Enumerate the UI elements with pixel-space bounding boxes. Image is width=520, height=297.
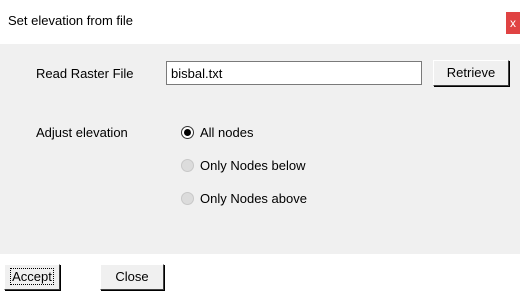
window-close-button[interactable]: x xyxy=(506,12,520,34)
radio-unselected-icon[interactable] xyxy=(181,159,194,172)
window-title: Set elevation from file xyxy=(8,13,134,28)
radio-nodes-above[interactable]: Only Nodes above xyxy=(181,191,307,206)
accept-button-label: Accept xyxy=(10,268,54,285)
close-button[interactable]: Close xyxy=(100,264,164,290)
radio-selected-icon[interactable] xyxy=(181,126,194,139)
raster-file-label: Read Raster File xyxy=(36,66,134,81)
adjust-elevation-label: Adjust elevation xyxy=(36,125,128,140)
dialog-footer xyxy=(0,254,520,297)
radio-nodes-below[interactable]: Only Nodes below xyxy=(181,158,306,173)
radio-nodes-below-label: Only Nodes below xyxy=(200,158,306,173)
radio-all-nodes-label: All nodes xyxy=(200,125,254,140)
radio-unselected-icon[interactable] xyxy=(181,192,194,205)
title-bar: Set elevation from file x xyxy=(0,0,520,44)
retrieve-button[interactable]: Retrieve xyxy=(433,60,509,86)
radio-nodes-above-label: Only Nodes above xyxy=(200,191,307,206)
raster-file-input[interactable] xyxy=(166,61,422,85)
accept-button[interactable]: Accept xyxy=(4,264,60,290)
radio-all-nodes[interactable]: All nodes xyxy=(181,125,253,140)
